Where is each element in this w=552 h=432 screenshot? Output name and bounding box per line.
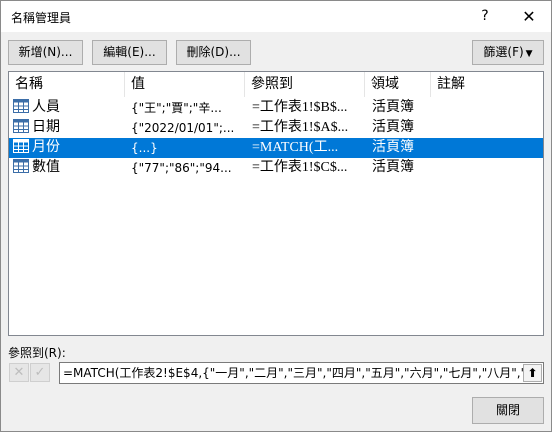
row-refers-to: =MATCH(工... [252, 140, 339, 155]
row-value: {"王";"賈";"辛... [131, 101, 222, 115]
table-row[interactable]: 人員 {"王";"賈";"辛... =工作表1!$B$... 活頁簿 [9, 98, 543, 118]
new-button[interactable]: 新增(N)... [8, 40, 83, 65]
row-comment [436, 158, 536, 178]
close-button[interactable]: 關閉 [472, 397, 544, 424]
filter-button[interactable]: 篩選(F) ▼ [472, 40, 544, 65]
cancel-edit-icon[interactable]: ✕ [9, 363, 29, 382]
row-scope: 活頁簿 [372, 120, 414, 135]
table-icon [13, 99, 29, 113]
list-header: 名稱 值 參照到 領域 註解 [9, 72, 543, 97]
row-comment [436, 98, 536, 118]
refers-to-formula[interactable]: =MATCH(工作表2!$E$4,{"一月","二月","三月","四月","五… [63, 363, 523, 383]
table-icon [13, 159, 29, 173]
row-name-cell: 人員 [13, 98, 125, 118]
row-scope: 活頁簿 [372, 100, 414, 115]
help-button[interactable]: ? [463, 1, 507, 32]
row-comment [436, 138, 536, 158]
row-name: 日期 [32, 120, 60, 135]
names-list[interactable]: 名稱 值 參照到 領域 註解 人員 {"王";"賈";"辛... =工作表1!$B$… [8, 71, 544, 336]
row-scope: 活頁簿 [372, 140, 414, 155]
filter-label: 篩選(F) [483, 45, 524, 59]
table-row[interactable]: 日期 {"2022/01/01";... =工作表1!$A$... 活頁簿 [9, 118, 543, 138]
column-header-refers-to[interactable]: 參照到 [245, 72, 365, 97]
column-header-name[interactable]: 名稱 [9, 72, 125, 97]
column-header-value[interactable]: 值 [125, 72, 245, 97]
row-scope: 活頁簿 [372, 160, 414, 175]
row-refers-to: =工作表1!$A$... [252, 120, 349, 135]
row-name: 數值 [32, 160, 60, 175]
edit-button[interactable]: 編輯(E)... [92, 40, 167, 65]
row-refers-to: =工作表1!$C$... [252, 160, 348, 175]
title-bar: 名稱管理員 ? ✕ [1, 1, 551, 32]
row-name-cell: 數值 [13, 158, 125, 178]
close-window-button[interactable]: ✕ [507, 1, 551, 32]
refers-to-label: 參照到(R): [8, 346, 66, 360]
name-manager-dialog: 名稱管理員 ? ✕ 新增(N)... 編輯(E)... 刪除(D)... 篩選(… [0, 0, 552, 432]
dialog-title: 名稱管理員 [11, 11, 72, 25]
row-comment [436, 118, 536, 138]
column-header-scope[interactable]: 領域 [365, 72, 431, 97]
row-value: {"77";"86";"94... [131, 161, 232, 175]
row-name-cell: 月份 [13, 138, 125, 158]
row-name: 人員 [32, 100, 60, 115]
table-icon [13, 139, 29, 153]
confirm-edit-icon[interactable]: ✓ [30, 363, 50, 382]
column-header-comment[interactable]: 註解 [431, 72, 543, 97]
row-name-cell: 日期 [13, 118, 125, 138]
refers-to-input[interactable]: =MATCH(工作表2!$E$4,{"一月","二月","三月","四月","五… [59, 362, 544, 384]
row-value: {...} [131, 141, 158, 155]
dropdown-caret-icon: ▼ [525, 49, 533, 59]
table-icon [13, 119, 29, 133]
row-name: 月份 [32, 140, 60, 155]
table-row[interactable]: 月份 {...} =MATCH(工... 活頁簿 [9, 138, 543, 158]
row-value: {"2022/01/01";... [131, 121, 235, 135]
row-refers-to: =工作表1!$B$... [252, 100, 348, 115]
table-row[interactable]: 數值 {"77";"86";"94... =工作表1!$C$... 活頁簿 [9, 158, 543, 178]
collapse-dialog-icon[interactable]: ⬆ [523, 364, 542, 382]
delete-button[interactable]: 刪除(D)... [176, 40, 251, 65]
